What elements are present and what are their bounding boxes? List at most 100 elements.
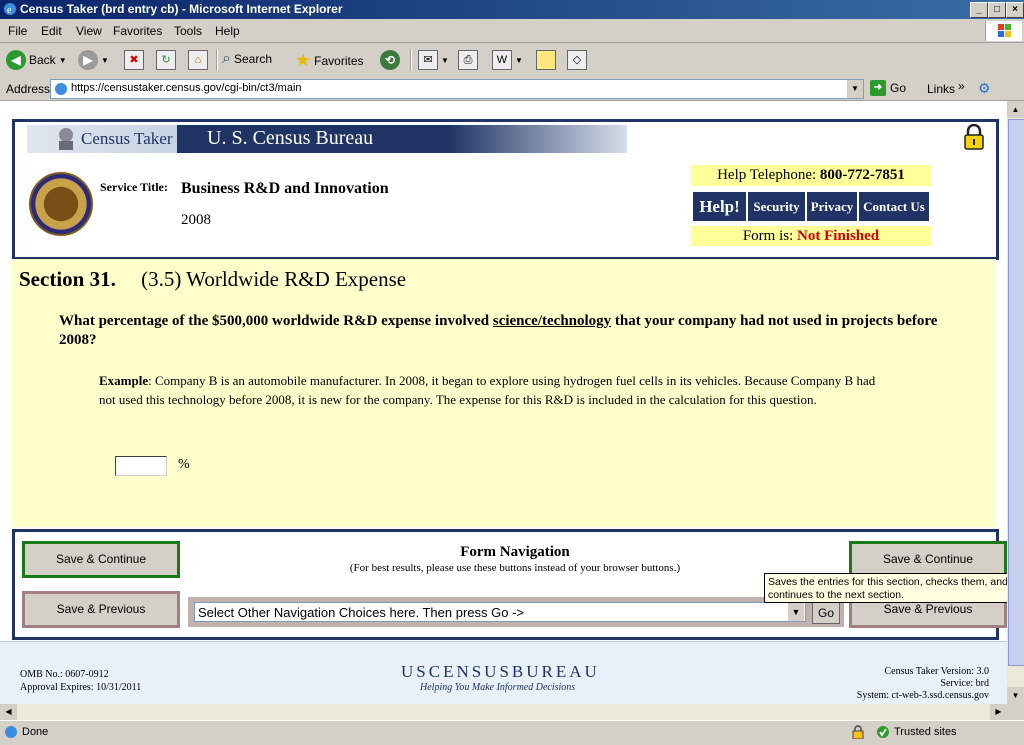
page-done-icon	[5, 726, 17, 738]
search-button[interactable]: ⌕ Search	[222, 50, 272, 68]
help-button[interactable]: Help!	[693, 192, 746, 221]
star-icon: ★	[295, 50, 312, 70]
vertical-scroll-thumb[interactable]	[1008, 119, 1024, 666]
messenger-button[interactable]: ◇	[567, 50, 587, 70]
forward-button[interactable]: ▶ ▼	[78, 50, 109, 70]
service-year: 2008	[181, 212, 211, 228]
save-continue-tooltip: Saves the entries for this section, chec…	[764, 573, 1007, 603]
print-button[interactable]: ⎙	[458, 50, 478, 70]
address-dropdown-icon[interactable]: ▼	[847, 80, 863, 98]
navigation-select-group: Select Other Navigation Choices here. Th…	[188, 597, 844, 627]
percentage-input[interactable]	[115, 456, 167, 476]
section-title: (3.5) Worldwide R&D Expense	[141, 267, 407, 291]
service-title: Business R&D and Innovation	[181, 180, 389, 197]
back-button[interactable]: ◀ Back ▼	[6, 50, 67, 70]
trusted-check-icon	[877, 726, 889, 738]
scroll-up-icon[interactable]: ▲	[1007, 101, 1024, 118]
notes-button[interactable]	[536, 50, 556, 70]
address-input[interactable]: https://censustaker.census.gov/cgi-bin/c…	[50, 79, 864, 99]
toolbar-extra-icon[interactable]: ⚙	[978, 80, 991, 97]
scroll-right-icon[interactable]: ▶	[990, 704, 1007, 720]
census-bureau-tagline: Helping You Make Informed Decisions	[420, 682, 576, 693]
lock-icon	[964, 124, 984, 150]
commerce-seal-icon	[29, 172, 93, 236]
status-text: Done	[22, 726, 49, 738]
menu-tools[interactable]: Tools	[174, 24, 202, 38]
service-code: Service: brd	[940, 678, 989, 689]
section-content: Section 31. (3.5) Worldwide R&D Expense …	[12, 259, 996, 527]
form-navigation-title: Form Navigation	[460, 544, 570, 560]
horizontal-scrollbar[interactable]: ◀ ▶	[0, 704, 1007, 720]
close-button[interactable]: ×	[1006, 2, 1024, 18]
chevron-right-icon[interactable]: »	[958, 79, 965, 93]
note-icon	[536, 50, 556, 70]
page-viewport: Census Taker U. S. Census Bureau Service…	[0, 101, 1007, 704]
question-text: What percentage of the $500,000 worldwid…	[59, 313, 938, 348]
security-link[interactable]: Security	[748, 192, 805, 221]
scroll-left-icon[interactable]: ◀	[0, 704, 17, 720]
go-arrow-icon: ➜	[870, 80, 886, 96]
select-dropdown-icon[interactable]: ▼	[788, 603, 804, 621]
census-bureau-logo: USCENSUSBUREAU	[401, 662, 600, 681]
secure-lock-icon	[852, 725, 864, 739]
navigation-select[interactable]: Select Other Navigation Choices here. Th…	[194, 602, 806, 622]
form-status: Form is: Not Finished	[691, 226, 931, 246]
section-heading: Section 31. (3.5) Worldwide R&D Expense	[19, 267, 406, 292]
title-bar: e Census Taker (brd entry cb) - Microsof…	[0, 0, 1024, 19]
stop-icon: ✖	[124, 50, 144, 70]
address-bar: Address https://censustaker.census.gov/c…	[0, 77, 1024, 101]
edit-button[interactable]: W ▼	[492, 50, 523, 70]
stop-button[interactable]: ✖	[124, 50, 144, 70]
save-continue-button-left[interactable]: Save & Continue	[22, 541, 180, 578]
census-taker-logo-icon	[59, 128, 73, 150]
menu-edit[interactable]: Edit	[41, 24, 62, 38]
science-technology-link[interactable]: science/technology	[493, 313, 611, 329]
home-icon: ⌂	[188, 50, 208, 70]
home-button[interactable]: ⌂	[188, 50, 208, 70]
form-navigation-note: (For best results, please use these butt…	[349, 562, 681, 574]
census-bureau-brand: U. S. Census Bureau	[207, 127, 374, 149]
favorites-button[interactable]: ★ Favorites	[295, 50, 364, 71]
help-telephone-number: 800-772-7851	[819, 167, 905, 183]
maximize-button[interactable]: □	[988, 2, 1006, 18]
page-icon	[55, 83, 67, 95]
windows-logo-icon	[985, 21, 1022, 41]
scroll-down-icon[interactable]: ▼	[1007, 687, 1024, 704]
save-previous-button-left[interactable]: Save & Previous	[22, 591, 180, 628]
menu-help[interactable]: Help	[215, 24, 240, 38]
service-title-label: Service Title:	[100, 180, 168, 194]
diamond-icon: ◇	[567, 50, 587, 70]
menu-view[interactable]: View	[76, 24, 102, 38]
forward-arrow-icon: ▶	[78, 50, 98, 70]
section-number: Section 31.	[19, 267, 116, 291]
system-name: System: ct-web-3.ssd.census.gov	[856, 690, 989, 701]
address-label: Address	[6, 82, 51, 96]
omb-number: OMB No.: 0607-0912	[20, 669, 109, 680]
vertical-scrollbar[interactable]: ▲ ▼	[1007, 101, 1024, 704]
percent-sign: %	[178, 457, 190, 472]
census-taker-brand: Census Taker	[81, 129, 173, 148]
page-footer: OMB No.: 0607-0912 Approval Expires: 10/…	[0, 641, 1007, 704]
links-button[interactable]: Links	[927, 82, 955, 96]
status-bar: Done Trusted sites	[0, 720, 1024, 745]
go-button[interactable]: ➜ Go	[870, 80, 906, 96]
menu-favorites[interactable]: Favorites	[113, 24, 162, 38]
refresh-button[interactable]: ↻	[156, 50, 176, 70]
example-text: Example: Company B is an automobile manu…	[99, 373, 876, 407]
menu-file[interactable]: File	[8, 24, 27, 38]
contact-us-link[interactable]: Contact Us	[859, 192, 929, 221]
window-title: Census Taker (brd entry cb) - Microsoft …	[20, 2, 343, 16]
refresh-icon: ↻	[156, 50, 176, 70]
census-taker-version: Census Taker Version: 3.0	[884, 666, 989, 677]
form-status-value: Not Finished	[797, 228, 880, 244]
back-arrow-icon: ◀	[6, 50, 26, 70]
history-icon: ⟲	[380, 50, 400, 70]
privacy-link[interactable]: Privacy	[807, 192, 857, 221]
mail-button[interactable]: ✉ ▼	[418, 50, 449, 70]
minimize-button[interactable]: _	[970, 2, 988, 18]
example-label: Example	[99, 373, 149, 388]
address-url: https://censustaker.census.gov/cgi-bin/c…	[71, 82, 302, 94]
history-button[interactable]: ⟲	[380, 50, 400, 70]
nav-go-button[interactable]: Go	[812, 602, 840, 624]
help-telephone: Help Telephone: 800-772-7851	[691, 165, 931, 186]
